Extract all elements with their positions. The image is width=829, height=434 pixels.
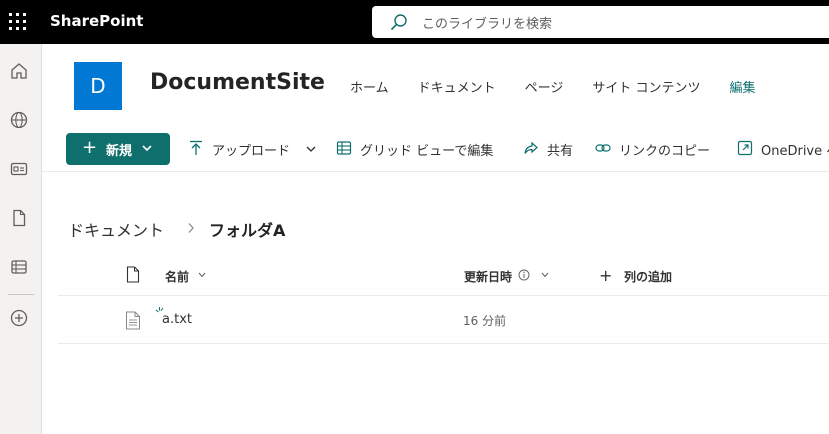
nav-item-documents[interactable]: ドキュメント [418, 77, 496, 97]
news-icon[interactable] [0, 150, 42, 190]
new-button-label: 新規 [106, 144, 133, 159]
search-input[interactable]: このライブラリを検索 [422, 13, 552, 32]
column-header-name[interactable]: 名前 [165, 268, 189, 285]
chevron-down-icon [142, 145, 152, 152]
home-icon[interactable] [0, 52, 42, 92]
link-icon [595, 144, 611, 152]
globe-icon[interactable] [0, 101, 42, 141]
share-icon [524, 141, 538, 154]
chevron-down-icon[interactable] [198, 272, 206, 278]
table-header: 名前 更新日時 + 列の追加 [58, 256, 829, 296]
nav-item-site-contents[interactable]: サイト コンテンツ [592, 77, 700, 97]
add-column-button[interactable]: 列の追加 [624, 268, 672, 285]
info-icon[interactable] [518, 269, 530, 281]
breadcrumb-current: フォルダA [209, 221, 286, 240]
breadcrumb-parent[interactable]: ドキュメント [68, 217, 164, 241]
file-name-link[interactable]: a.txt [162, 312, 192, 327]
search-icon [390, 14, 407, 31]
create-icon[interactable] [0, 299, 42, 339]
chevron-down-icon[interactable] [541, 272, 549, 278]
site-nav: ホーム ドキュメント ページ サイト コンテンツ 編集 [350, 77, 785, 97]
app-name[interactable]: SharePoint [50, 12, 143, 30]
grid-icon [336, 141, 352, 155]
new-button[interactable]: + 新規 [66, 133, 170, 165]
nav-item-home[interactable]: ホーム [350, 77, 389, 97]
share-label: 共有 [547, 144, 574, 159]
modified-value: 16 分前 [463, 314, 507, 328]
grid-edit-button[interactable]: グリッド ビューで編集 [336, 139, 506, 159]
onedrive-label: OneDrive へ [761, 144, 829, 159]
copy-link-label: リンクのコピー [619, 144, 711, 159]
chevron-right-icon [188, 223, 194, 233]
file-type-icon[interactable] [126, 266, 140, 283]
table-row[interactable]: a.txt 16 分前 [58, 297, 829, 344]
suite-bar: SharePoint このライブラリを検索 [0, 0, 829, 44]
copy-link-button[interactable]: リンクのコピー [595, 139, 723, 159]
site-logo[interactable]: D [74, 62, 122, 110]
upload-icon [190, 140, 202, 155]
plus-icon: + [82, 137, 98, 158]
nav-item-edit[interactable]: 編集 [730, 77, 756, 97]
nav-item-pages[interactable]: ページ [525, 77, 564, 97]
upload-label: アップロード [212, 144, 291, 159]
app-launcher-icon[interactable] [9, 13, 27, 31]
command-bar: + 新規 アップロード グリッド ビューで編集 共有 リンクのコピー OneDr… [42, 124, 829, 172]
lists-icon[interactable] [0, 248, 42, 288]
share-button[interactable]: 共有 [523, 139, 583, 159]
search-box[interactable]: このライブラリを検索 [372, 6, 829, 38]
grid-edit-label: グリッド ビューで編集 [360, 144, 494, 159]
rail-divider [8, 294, 34, 295]
open-external-icon [737, 140, 753, 156]
text-file-icon [126, 311, 140, 330]
site-title[interactable]: DocumentSite [150, 70, 325, 95]
upload-button[interactable]: アップロード [188, 139, 316, 159]
chevron-down-icon [306, 146, 316, 152]
plus-icon[interactable]: + [599, 266, 612, 285]
column-header-modified[interactable]: 更新日時 [464, 268, 512, 285]
file-icon[interactable] [0, 199, 42, 239]
left-rail [0, 44, 42, 434]
onedrive-button[interactable]: OneDrive へ [737, 139, 829, 159]
